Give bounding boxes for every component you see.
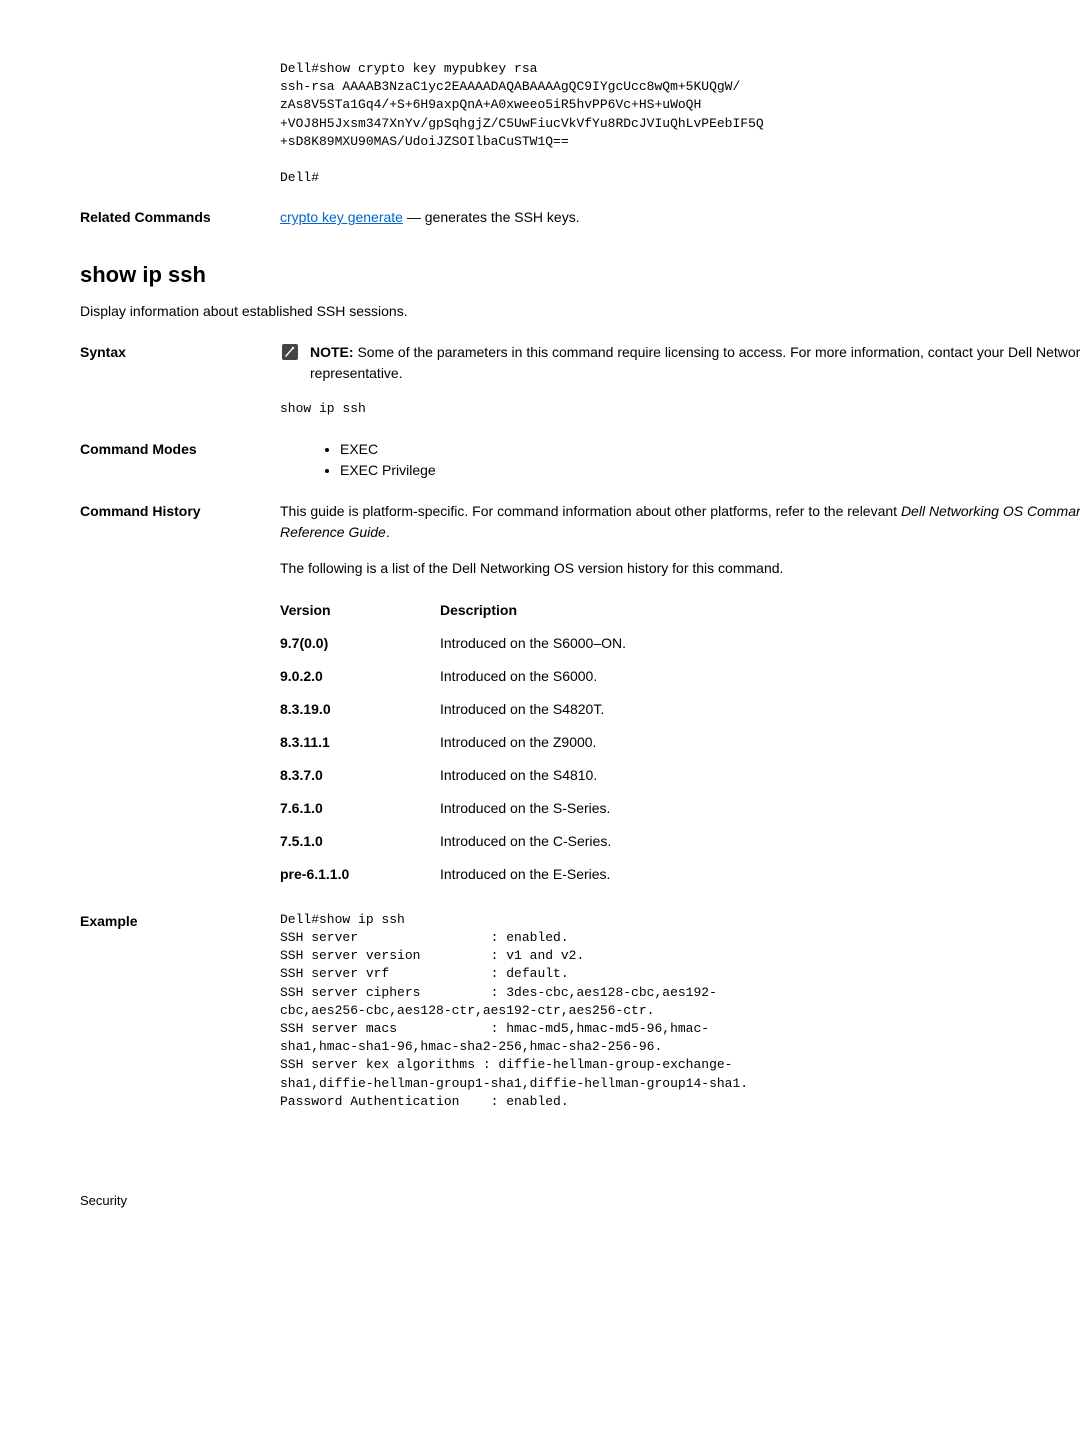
example-code-block: Dell#show ip ssh SSH server : enabled. S…	[280, 911, 1080, 1111]
table-row: 9.7(0.0) Introduced on the S6000–ON.	[280, 627, 1080, 660]
table-row: 8.3.19.0 Introduced on the S4820T.	[280, 693, 1080, 726]
command-modes-label: Command Modes	[80, 439, 280, 481]
table-row: 9.0.2.0 Introduced on the S6000.	[280, 660, 1080, 693]
command-modes-content: EXEC EXEC Privilege	[280, 439, 1080, 481]
version-cell: 9.0.2.0	[280, 666, 440, 687]
mode-item: EXEC Privilege	[340, 460, 1080, 481]
note-icon	[280, 342, 300, 362]
table-row: 7.6.1.0 Introduced on the S-Series.	[280, 792, 1080, 825]
related-commands-content: crypto key generate — generates the SSH …	[280, 207, 1080, 228]
desc-cell: Introduced on the S6000.	[440, 666, 1080, 687]
example-label: Example	[80, 911, 280, 1131]
version-header-col: Version	[280, 600, 440, 621]
top-code-block: Dell#show crypto key mypubkey rsa ssh-rs…	[280, 60, 1080, 187]
related-commands-row: Related Commands crypto key generate — g…	[80, 207, 1080, 228]
syntax-label: Syntax	[80, 342, 280, 419]
command-history-content: This guide is platform-specific. For com…	[280, 501, 1080, 891]
version-cell: 9.7(0.0)	[280, 633, 440, 654]
desc-cell: Introduced on the S4820T.	[440, 699, 1080, 720]
table-row: 8.3.11.1 Introduced on the Z9000.	[280, 726, 1080, 759]
related-commands-label: Related Commands	[80, 207, 280, 228]
note-box: NOTE: Some of the parameters in this com…	[280, 342, 1080, 384]
version-table-header: Version Description	[280, 594, 1080, 627]
command-modes-row: Command Modes EXEC EXEC Privilege	[80, 439, 1080, 481]
history-follow-text: The following is a list of the Dell Netw…	[280, 558, 1080, 579]
syntax-content: NOTE: Some of the parameters in this com…	[280, 342, 1080, 419]
history-intro-end: .	[386, 524, 390, 540]
desc-cell: Introduced on the S-Series.	[440, 798, 1080, 819]
version-cell: 7.6.1.0	[280, 798, 440, 819]
version-cell: 8.3.11.1	[280, 732, 440, 753]
example-content: Dell#show ip ssh SSH server : enabled. S…	[280, 911, 1080, 1131]
syntax-row: Syntax NOTE: Some of the parameters in t…	[80, 342, 1080, 419]
section-description: Display information about established SS…	[80, 301, 1080, 322]
note-text-container: NOTE: Some of the parameters in this com…	[310, 342, 1080, 384]
footer-left: Security	[80, 1191, 127, 1211]
desc-cell: Introduced on the Z9000.	[440, 732, 1080, 753]
desc-cell: Introduced on the E-Series.	[440, 864, 1080, 885]
command-history-label: Command History	[80, 501, 280, 891]
note-label: NOTE:	[310, 344, 354, 360]
desc-cell: Introduced on the S6000–ON.	[440, 633, 1080, 654]
description-header-col: Description	[440, 600, 1080, 621]
history-intro-text: This guide is platform-specific. For com…	[280, 503, 901, 519]
desc-cell: Introduced on the S4810.	[440, 765, 1080, 786]
example-row: Example Dell#show ip ssh SSH server : en…	[80, 911, 1080, 1131]
note-body: Some of the parameters in this command r…	[310, 344, 1080, 381]
page-footer: Security 1439	[80, 1191, 1080, 1211]
version-cell: 7.5.1.0	[280, 831, 440, 852]
version-cell: 8.3.19.0	[280, 699, 440, 720]
related-commands-text: — generates the SSH keys.	[403, 209, 580, 225]
table-row: pre-6.1.1.0 Introduced on the E-Series.	[280, 858, 1080, 891]
version-table: Version Description 9.7(0.0) Introduced …	[280, 594, 1080, 891]
version-cell: 8.3.7.0	[280, 765, 440, 786]
modes-list: EXEC EXEC Privilege	[300, 439, 1080, 481]
table-row: 7.5.1.0 Introduced on the C-Series.	[280, 825, 1080, 858]
table-row: 8.3.7.0 Introduced on the S4810.	[280, 759, 1080, 792]
desc-cell: Introduced on the C-Series.	[440, 831, 1080, 852]
version-cell: pre-6.1.1.0	[280, 864, 440, 885]
command-history-row: Command History This guide is platform-s…	[80, 501, 1080, 891]
section-title: show ip ssh	[80, 258, 1080, 291]
mode-item: EXEC	[340, 439, 1080, 460]
syntax-command: show ip ssh	[280, 399, 1080, 419]
history-intro: This guide is platform-specific. For com…	[280, 501, 1080, 543]
crypto-key-generate-link[interactable]: crypto key generate	[280, 209, 403, 225]
